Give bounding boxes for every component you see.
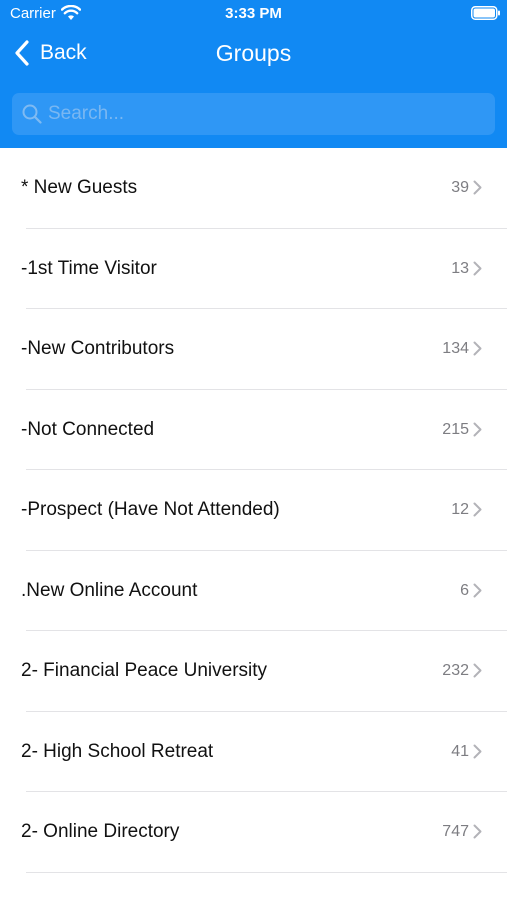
group-name: 2- High School Retreat	[21, 740, 214, 762]
list-item[interactable]: -Not Connected 215	[0, 390, 507, 470]
group-count: 41	[451, 742, 469, 760]
group-name: -1st Time Visitor	[21, 257, 157, 279]
navigation-bar: Back Groups	[0, 30, 507, 76]
group-name: * New Guests	[21, 177, 138, 198]
group-name: -Not Connected	[21, 418, 155, 440]
chevron-right-icon	[473, 341, 482, 356]
group-name: -New Contributors	[21, 338, 175, 359]
list-item[interactable]: -Prospect (Have Not Attended) 12	[0, 470, 507, 551]
group-count: 215	[442, 420, 469, 438]
chevron-right-icon	[473, 180, 482, 195]
group-count: 39	[451, 179, 469, 196]
group-count: 232	[442, 662, 469, 679]
chevron-right-icon	[473, 663, 482, 678]
group-count: 747	[442, 823, 469, 840]
search-input[interactable]	[48, 93, 488, 135]
list-item[interactable]: -1st Time Visitor 13	[0, 229, 507, 309]
search-bar[interactable]	[12, 93, 495, 135]
group-name: .New Online Account	[21, 579, 198, 601]
group-count: 13	[451, 259, 469, 277]
page-title: Groups	[215, 40, 292, 66]
list-item[interactable]: -New Contributors 134	[0, 309, 507, 390]
group-count: 134	[442, 340, 469, 357]
group-count: 6	[460, 581, 469, 599]
chevron-right-icon	[473, 422, 482, 436]
groups-list: * New Guests 39 -1st Time Visitor 13 -Ne…	[0, 148, 507, 873]
group-name: -Prospect (Have Not Attended)	[21, 499, 280, 520]
chevron-right-icon	[473, 744, 482, 758]
group-count: 12	[451, 501, 469, 518]
list-item[interactable]: 2- High School Retreat 41	[0, 712, 507, 792]
chevron-right-icon	[473, 261, 482, 275]
list-item[interactable]: .New Online Account 6	[0, 551, 507, 631]
list-item[interactable]: 2- Online Directory 747	[0, 792, 507, 873]
list-item[interactable]: 2- Financial Peace University 232	[0, 631, 507, 712]
chevron-right-icon	[473, 824, 482, 839]
status-time: 3:33 PM	[225, 5, 282, 22]
group-name: 2- Financial Peace University	[21, 660, 268, 681]
divider	[26, 871, 507, 873]
chevron-right-icon	[473, 502, 482, 517]
battery-icon	[471, 6, 500, 20]
header: Carrier 3:33 PM Back Groups	[0, 0, 507, 148]
group-name: 2- Online Directory	[21, 821, 180, 842]
chevron-right-icon	[473, 583, 482, 597]
search-icon	[22, 104, 42, 124]
status-bar: Carrier 3:33 PM	[0, 0, 507, 28]
list-item[interactable]: * New Guests 39	[0, 148, 507, 229]
